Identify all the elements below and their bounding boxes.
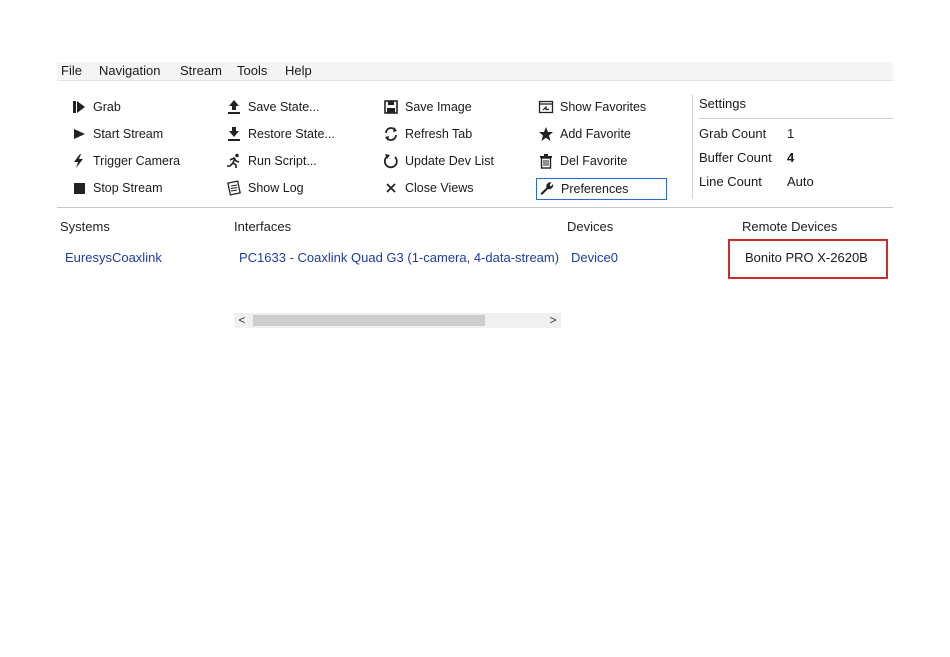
interface-item[interactable]: PC1633 - Coaxlink Quad G3 (1-camera, 4-d… [239,250,559,265]
buffer-count-label: Buffer Count [699,150,772,165]
log-icon [227,180,241,196]
close-icon [386,183,396,193]
line-count-label: Line Count [699,174,762,189]
device-item[interactable]: Device0 [571,250,618,265]
menu-stream[interactable]: Stream [180,63,222,79]
add-favorite-label: Add Favorite [560,127,631,141]
scroll-right-arrow-icon[interactable]: > [545,313,561,328]
preferences-label: Preferences [561,182,629,196]
systems-header: Systems [60,219,110,234]
toolbar: Grab Start Stream Trigger Camera Stop St… [57,81,893,207]
upload-icon [228,100,240,114]
start-stream-label: Start Stream [93,127,164,141]
wrench-icon [540,182,554,195]
trash-icon [540,154,552,169]
menu-tools[interactable]: Tools [237,63,267,79]
menu-help[interactable]: Help [285,63,312,79]
egrabber-studio-window: File Navigation Stream Tools Help Grab S… [57,62,893,328]
refresh-tab-label: Refresh Tab [405,127,473,141]
remote-device-highlight-box [728,239,888,279]
stop-icon [74,183,85,194]
grab-label: Grab [93,100,121,114]
grab-count-label: Grab Count [699,126,767,141]
trigger-camera-label: Trigger Camera [93,154,181,168]
update-icon [383,154,398,169]
save-state-label: Save State... [248,100,320,114]
line-count-value[interactable]: Auto [787,174,814,189]
favorites-window-icon [538,100,554,114]
horizontal-scrollbar[interactable]: < > [234,313,561,328]
download-icon [228,127,240,141]
show-favorites-label: Show Favorites [560,100,647,114]
refresh-icon [385,127,397,141]
settings-separator [692,95,693,199]
pane-separator [57,207,893,208]
preferences-button[interactable]: Preferences [536,178,667,200]
del-favorite-label: Del Favorite [560,154,628,168]
floppy-icon [384,100,398,114]
scroll-thumb[interactable] [253,315,485,326]
menu-navigation[interactable]: Navigation [99,63,160,79]
stop-stream-label: Stop Stream [93,181,163,195]
interfaces-header: Interfaces [234,219,292,234]
remote-devices-header: Remote Devices [742,219,838,234]
save-image-label: Save Image [405,100,472,114]
menu-bar: File Navigation Stream Tools Help [57,62,893,81]
star-icon [539,127,553,141]
settings-title: Settings [699,96,746,111]
restore-state-label: Restore State... [248,127,335,141]
grab-count-value[interactable]: 1 [787,126,794,141]
grab-icon [73,101,85,113]
settings-divider [699,118,893,119]
lightning-icon [74,154,83,168]
run-script-label: Run Script... [248,154,317,168]
update-dev-list-label: Update Dev List [405,154,494,168]
system-item[interactable]: EuresysCoaxlink [65,250,162,265]
menu-file[interactable]: File [61,63,82,79]
show-log-label: Show Log [248,181,304,195]
scroll-left-arrow-icon[interactable]: < [234,313,250,328]
close-views-label: Close Views [405,181,474,195]
play-icon [74,129,85,139]
devices-header: Devices [567,219,614,234]
run-icon [227,153,240,168]
buffer-count-value[interactable]: 4 [787,150,794,165]
